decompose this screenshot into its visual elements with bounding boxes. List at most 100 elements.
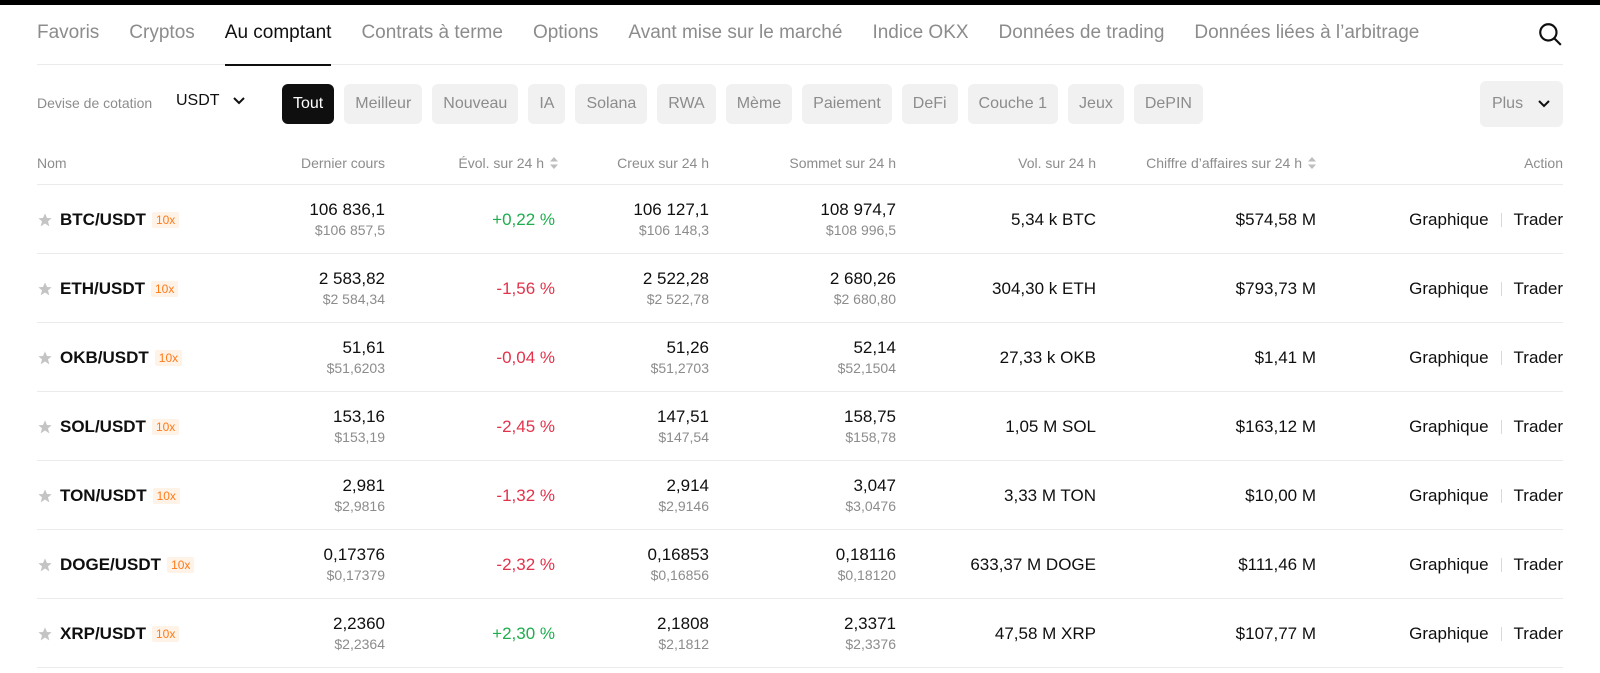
high-price-usd: $52,1504 <box>837 360 896 376</box>
star-icon[interactable] <box>37 626 53 642</box>
high-price: 52,14 <box>853 338 896 357</box>
table-row[interactable]: BTC/USDT 10x 106 836,1 $106 857,5 +0,22 % 106… <box>37 185 1563 254</box>
star-icon[interactable] <box>37 488 53 504</box>
high-price: 0,18116 <box>835 545 896 564</box>
quote-currency-select[interactable]: USDT <box>176 92 246 110</box>
filter-chip[interactable]: Paiement <box>802 84 892 124</box>
volume-value: 5,34 k BTC <box>1010 210 1096 229</box>
change-value: +2,30 % <box>492 623 555 643</box>
tab-8[interactable]: Données de trading <box>999 5 1165 65</box>
action-divider <box>1500 626 1502 641</box>
last-price: 0,17376 <box>323 545 385 564</box>
pair-cell: BTC/USDT 10x <box>37 185 180 254</box>
tab-2[interactable]: Cryptos <box>129 5 194 65</box>
low-price: 51,26 <box>666 338 709 357</box>
trade-link[interactable]: Trader <box>1514 486 1563 506</box>
chart-link[interactable]: Graphique <box>1409 210 1488 230</box>
high-price-usd: $158,78 <box>845 429 896 445</box>
market-tabs: Favoris Cryptos Au comptant Contrats à term… <box>37 5 1563 66</box>
chart-link[interactable]: Graphique <box>1409 279 1488 299</box>
filter-chip[interactable]: Nouveau <box>432 84 519 124</box>
chevron-down-icon <box>1538 100 1550 108</box>
table-row[interactable]: OKB/USDT 10x 51,61 $51,6203 -0,04 % 51,26 $51,… <box>37 323 1563 392</box>
filter-chip[interactable]: DeFi <box>901 84 958 124</box>
trade-link[interactable]: Trader <box>1514 210 1563 230</box>
header-low[interactable]: Creux sur 24 h <box>617 155 709 171</box>
filter-chip[interactable]: RWA <box>657 84 716 124</box>
table-row[interactable]: ETH/USDT 10x 2 583,82 $2 584,34 -1,56 % 2 522… <box>37 254 1563 323</box>
table-row[interactable]: DOGE/USDT 10x 0,17376 $0,17379 -2,32 % 0,1685… <box>37 530 1563 599</box>
chart-link[interactable]: Graphique <box>1409 624 1488 644</box>
high-price: 2 680,26 <box>829 269 896 288</box>
filter-chip[interactable]: Mème <box>725 84 793 124</box>
change-value: -2,32 % <box>496 554 555 574</box>
tab-5[interactable]: Options <box>533 5 598 65</box>
last-price-cell: 0,17376 $0,17379 <box>324 530 385 599</box>
volume-cell: 5,34 k BTC <box>1011 185 1096 254</box>
change-cell: +2,30 % <box>492 599 555 668</box>
action-cell: Graphique Trader <box>1409 461 1563 530</box>
chart-link[interactable]: Graphique <box>1409 417 1488 437</box>
table-row[interactable]: SOL/USDT 10x 153,16 $153,19 -2,45 % 147,51 $14… <box>37 392 1563 461</box>
header-last-price[interactable]: Dernier cours <box>301 155 385 171</box>
filter-chip[interactable]: IA <box>528 84 566 124</box>
filter-chip[interactable]: Couche 1 <box>967 84 1059 124</box>
low-price-usd: $2,9146 <box>658 498 709 514</box>
table-row[interactable]: TON/USDT 10x 2,981 $2,9816 -1,32 % 2,914 $2,91… <box>37 461 1563 530</box>
chart-link[interactable]: Graphique <box>1409 555 1488 575</box>
chart-link[interactable]: Graphique <box>1409 486 1488 506</box>
star-icon[interactable] <box>37 557 53 573</box>
tab-6[interactable]: Avant mise sur le marché <box>628 5 842 65</box>
high-cell: 158,75 $158,78 <box>844 392 896 461</box>
tab-7[interactable]: Indice OKX <box>872 5 968 65</box>
action-divider <box>1500 488 1502 503</box>
star-icon[interactable] <box>37 281 53 297</box>
low-price-usd: $51,2703 <box>650 360 709 376</box>
trade-link[interactable]: Trader <box>1514 279 1563 299</box>
filter-bar: Devise de cotation USDT Tout Meilleur Nouv… <box>37 81 1563 127</box>
tab-1[interactable]: Favoris <box>37 5 99 65</box>
header-high[interactable]: Sommet sur 24 h <box>789 155 896 171</box>
tab-3[interactable]: Au comptant <box>224 5 331 66</box>
table-row[interactable]: XRP/USDT 10x 2,2360 $2,2364 +2,30 % 2,1808 $2,… <box>37 599 1563 668</box>
pair-name[interactable]: BTC/USDT <box>60 210 146 230</box>
volume-cell: 1,05 M SOL <box>1005 392 1096 461</box>
trade-link[interactable]: Trader <box>1514 417 1563 437</box>
header-volume[interactable]: Vol. sur 24 h <box>1018 155 1096 171</box>
high-price: 158,75 <box>844 407 896 426</box>
pair-name[interactable]: XRP/USDT <box>60 624 146 644</box>
trade-link[interactable]: Trader <box>1514 624 1563 644</box>
turnover-cell: $107,77 M <box>1236 599 1316 668</box>
pair-name[interactable]: OKB/USDT <box>60 348 149 368</box>
low-price-usd: $0,16856 <box>650 567 709 583</box>
pair-name[interactable]: SOL/USDT <box>60 417 146 437</box>
filter-chip[interactable]: Meilleur <box>344 84 423 124</box>
table-body: BTC/USDT 10x 106 836,1 $106 857,5 +0,22 % 106… <box>37 185 1563 668</box>
chart-link[interactable]: Graphique <box>1409 348 1488 368</box>
header-turnover[interactable]: Chiffre d’affaires sur 24 h <box>1146 155 1316 171</box>
filter-chip[interactable]: Solana <box>575 84 648 124</box>
star-icon[interactable] <box>37 419 53 435</box>
star-icon[interactable] <box>37 350 53 366</box>
search-icon[interactable] <box>1537 21 1563 47</box>
low-price: 106 127,1 <box>633 200 709 219</box>
pair-name[interactable]: ETH/USDT <box>60 279 145 299</box>
last-price-cell: 153,16 $153,19 <box>333 392 385 461</box>
last-price: 51,61 <box>342 338 385 357</box>
pair-name[interactable]: TON/USDT <box>60 486 147 506</box>
trade-link[interactable]: Trader <box>1514 348 1563 368</box>
header-name[interactable]: Nom <box>37 155 67 171</box>
filter-chip[interactable]: Jeux <box>1068 84 1124 124</box>
header-change[interactable]: Évol. sur 24 h <box>458 155 558 171</box>
volume-value: 47,58 M XRP <box>994 624 1096 643</box>
pair-name[interactable]: DOGE/USDT <box>60 555 161 575</box>
last-price: 2,981 <box>342 476 385 495</box>
change-value: -2,45 % <box>496 416 555 436</box>
tab-4[interactable]: Contrats à terme <box>361 5 503 65</box>
filter-chip[interactable]: DePIN <box>1133 84 1203 124</box>
tab-9[interactable]: Données liées à l’arbitrage <box>1194 5 1419 65</box>
filter-chip[interactable]: Tout <box>282 84 335 124</box>
trade-link[interactable]: Trader <box>1514 555 1563 575</box>
more-button[interactable]: Plus <box>1480 81 1563 127</box>
star-icon[interactable] <box>37 212 53 228</box>
